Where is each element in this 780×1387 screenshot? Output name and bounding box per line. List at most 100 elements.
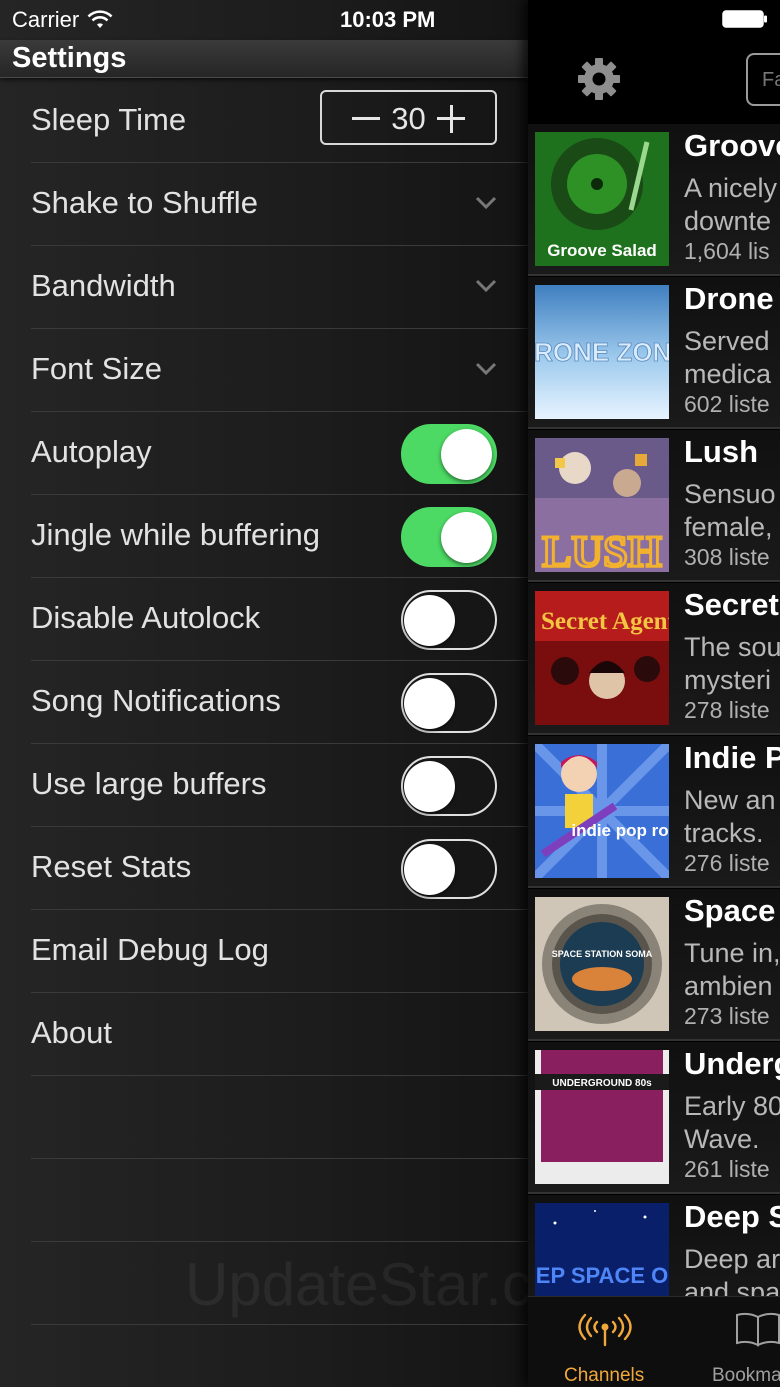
channel-description: Served medica bbox=[684, 325, 771, 391]
channel-title: Underg bbox=[684, 1046, 780, 1081]
settings-row-empty bbox=[31, 1159, 528, 1242]
channel-listeners: 276 liste bbox=[684, 850, 770, 876]
settings-row-sleep-time: Sleep Time 30 bbox=[31, 80, 528, 163]
channel-listeners: 261 liste bbox=[684, 1156, 770, 1182]
font-size-label: Font Size bbox=[31, 351, 162, 386]
channel-row-groove-salad[interactable]: Groove Salad Groove A nicely downte 1,60… bbox=[528, 124, 780, 276]
channel-artwork-secret-agent: Secret Agent bbox=[535, 591, 669, 725]
channel-artwork-space-station: SPACE STATION SOMA bbox=[535, 897, 669, 1031]
settings-row-disable-autolock: Disable Autolock bbox=[31, 578, 528, 661]
song-notifications-label: Song Notifications bbox=[31, 683, 281, 718]
settings-row-empty bbox=[31, 1076, 528, 1159]
channel-description: A nicely downte bbox=[684, 172, 777, 238]
settings-row-large-buffers: Use large buffers bbox=[31, 744, 528, 827]
sleep-time-stepper: 30 bbox=[320, 90, 497, 145]
settings-row-bandwidth[interactable]: Bandwidth bbox=[31, 246, 528, 329]
tab-channels[interactable]: Channels bbox=[528, 1297, 678, 1387]
jingle-label: Jingle while buffering bbox=[31, 517, 320, 552]
sleep-time-label: Sleep Time bbox=[31, 102, 187, 137]
gear-icon[interactable] bbox=[576, 56, 622, 102]
toggle-knob bbox=[441, 512, 492, 563]
channel-description-line: Wave. bbox=[684, 1124, 760, 1154]
tab-bar: Channels Bookma bbox=[528, 1296, 780, 1387]
channel-row-space-station[interactable]: SPACE STATION SOMA Space Tune in, ambien… bbox=[528, 889, 780, 1041]
channel-listeners: 1,604 lis bbox=[684, 238, 770, 264]
channel-title: Secret bbox=[684, 587, 779, 622]
channel-row-drone-zone[interactable]: DRONE ZONE Drone Served medica 602 liste bbox=[528, 277, 780, 429]
settings-row-autoplay: Autoplay bbox=[31, 412, 528, 495]
channel-title: Deep S bbox=[684, 1199, 780, 1234]
artwork-text: Groove Salad bbox=[547, 241, 657, 260]
channel-description-line: A nicely bbox=[684, 173, 778, 203]
toggle-knob bbox=[441, 429, 492, 480]
settings-row-shake-to-shuffle[interactable]: Shake to Shuffle bbox=[31, 163, 528, 246]
settings-row-jingle: Jingle while buffering bbox=[31, 495, 528, 578]
channel-description-line: Sensuo bbox=[684, 479, 776, 509]
broadcast-icon bbox=[578, 1313, 632, 1347]
disable-autolock-toggle[interactable] bbox=[401, 590, 497, 650]
chevron-down-icon bbox=[475, 362, 497, 376]
channel-listeners: 308 liste bbox=[684, 544, 770, 570]
artwork-text: indie pop rocks! bbox=[571, 821, 669, 840]
settings-row-about[interactable]: About bbox=[31, 993, 528, 1076]
chevron-down-icon bbox=[475, 196, 497, 210]
status-bar-carrier: Carrier bbox=[12, 7, 113, 33]
channel-description: The sou mysteri bbox=[684, 631, 780, 697]
battery-icon bbox=[722, 10, 767, 28]
channel-listeners: 273 liste bbox=[684, 1003, 770, 1029]
tab-channels-label: Channels bbox=[564, 1365, 645, 1386]
channel-description-line: Tune in, bbox=[684, 938, 780, 968]
channels-panel: Fa Groove Salad Groove A nicely downte 1… bbox=[528, 0, 780, 1387]
email-debug-log-label: Email Debug Log bbox=[31, 932, 269, 967]
jingle-toggle[interactable] bbox=[401, 507, 497, 567]
channel-description-line: The sou bbox=[684, 632, 780, 662]
channel-row-secret-agent[interactable]: Secret Agent Secret The sou mysteri 278 … bbox=[528, 583, 780, 735]
settings-title: Settings bbox=[12, 42, 127, 74]
channel-description-line: female, bbox=[684, 512, 773, 542]
channel-description-line: medica bbox=[684, 359, 772, 389]
about-label: About bbox=[31, 1015, 113, 1050]
toggle-knob bbox=[404, 761, 455, 812]
channel-row-indie-pop[interactable]: indie pop rocks! Indie P New an tracks. … bbox=[528, 736, 780, 888]
carrier-label: Carrier bbox=[12, 7, 80, 32]
toggle-knob bbox=[404, 678, 455, 729]
reset-stats-toggle[interactable] bbox=[401, 839, 497, 899]
channel-title: Drone bbox=[684, 281, 774, 316]
channel-description-line: New an bbox=[684, 785, 776, 815]
wifi-icon bbox=[87, 10, 113, 28]
toggle-knob bbox=[404, 844, 455, 895]
search-input[interactable]: Fa bbox=[746, 53, 780, 106]
channel-row-lush[interactable]: LUSH Lush Sensuo female, 308 liste bbox=[528, 430, 780, 582]
channel-artwork-underground-80s: UNDERGROUND 80s bbox=[535, 1050, 669, 1184]
reset-stats-label: Reset Stats bbox=[31, 849, 192, 884]
settings-row-email-debug-log[interactable]: Email Debug Log bbox=[31, 910, 528, 993]
channel-artwork-lush: LUSH bbox=[535, 438, 669, 572]
channel-artwork-indie-pop: indie pop rocks! bbox=[535, 744, 669, 878]
artwork-text: SPACE STATION SOMA bbox=[552, 949, 653, 959]
channel-description: Tune in, ambien bbox=[684, 937, 780, 1003]
channel-description: New an tracks. bbox=[684, 784, 776, 850]
sleep-time-value: 30 bbox=[391, 101, 426, 136]
large-buffers-toggle[interactable] bbox=[401, 756, 497, 816]
channel-artwork-groove-salad: Groove Salad bbox=[535, 132, 669, 266]
channel-description-line: Early 80 bbox=[684, 1091, 780, 1121]
channel-row-underground-80s[interactable]: UNDERGROUND 80s Underg Early 80 Wave. 26… bbox=[528, 1042, 780, 1194]
channel-title: Lush bbox=[684, 434, 759, 469]
channel-description-line: ambien bbox=[684, 971, 773, 1001]
tab-bookmarks[interactable]: Bookma bbox=[678, 1297, 780, 1387]
channel-listeners: 278 liste bbox=[684, 697, 770, 723]
autoplay-toggle[interactable] bbox=[401, 424, 497, 484]
song-notifications-toggle[interactable] bbox=[401, 673, 497, 733]
status-bar-time: 10:03 PM bbox=[340, 7, 436, 32]
channel-listeners: 602 liste bbox=[684, 391, 770, 417]
watermark: UpdateStar.com bbox=[185, 1251, 528, 1318]
stepper-increment-button-vertical[interactable] bbox=[450, 105, 453, 133]
artwork-text: DEEP SPACE ONE bbox=[535, 1263, 669, 1288]
artwork-text: UNDERGROUND 80s bbox=[552, 1078, 652, 1089]
disable-autolock-label: Disable Autolock bbox=[31, 600, 261, 635]
channel-description: Early 80 Wave. bbox=[684, 1090, 780, 1156]
settings-row-font-size[interactable]: Font Size bbox=[31, 329, 528, 412]
channel-description-line: Served bbox=[684, 326, 770, 356]
chevron-down-icon bbox=[475, 279, 497, 293]
artwork-text: LUSH bbox=[542, 527, 662, 572]
